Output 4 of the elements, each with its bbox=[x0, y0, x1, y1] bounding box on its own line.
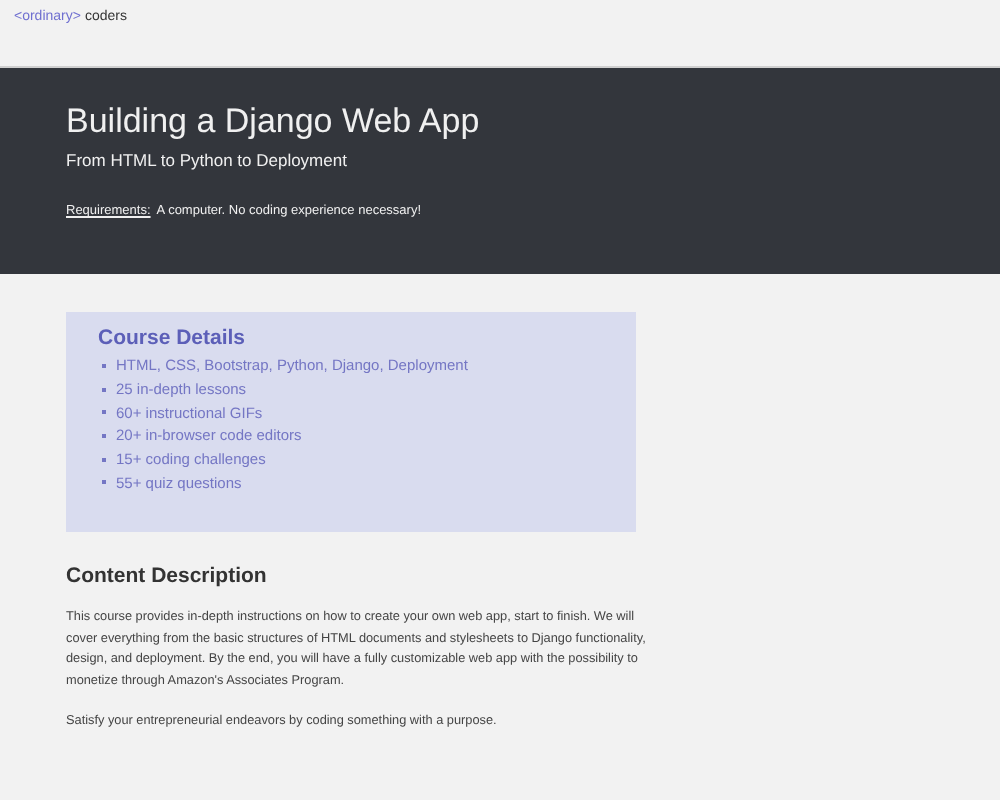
section-heading: Content Description bbox=[66, 564, 269, 588]
hero-subtitle: From HTML to Python to Deployment bbox=[66, 150, 349, 170]
card-title: Course Details bbox=[98, 326, 248, 350]
hero-title: Building a Django Web App bbox=[66, 100, 482, 144]
